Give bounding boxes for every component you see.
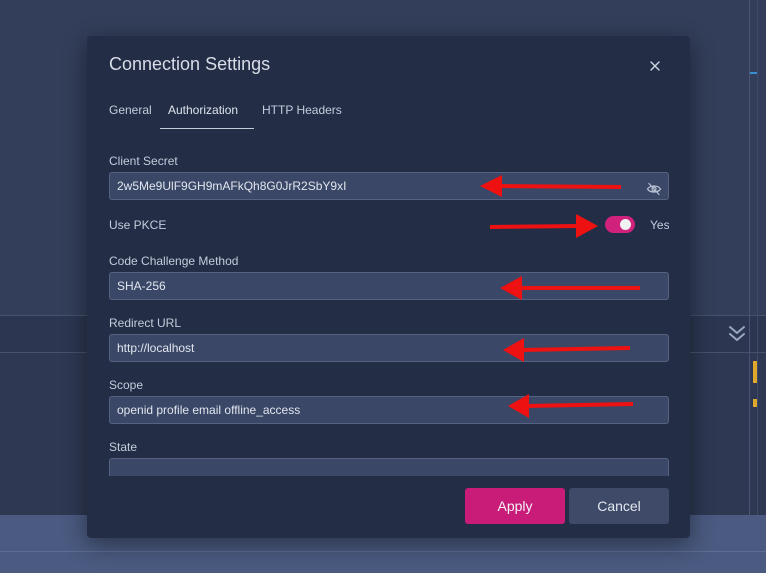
close-icon bbox=[650, 61, 660, 71]
dialog-title: Connection Settings bbox=[109, 54, 271, 74]
toggle-knob bbox=[620, 219, 631, 230]
tab-bar: General Authorization HTTP Headers bbox=[109, 98, 342, 130]
redirect-url-label: Redirect URL bbox=[109, 316, 182, 330]
background-divider bbox=[0, 551, 766, 552]
use-pkce-label: Use PKCE bbox=[109, 218, 167, 232]
double-chevron-down-icon[interactable] bbox=[727, 322, 747, 344]
background-divider-vertical bbox=[757, 0, 758, 515]
settings-form[interactable]: Client Secret 2w5Me9UlF9GH9mAFkQh8G0JrR2… bbox=[109, 146, 669, 476]
apply-button[interactable]: Apply bbox=[465, 488, 565, 524]
connection-settings-dialog: Connection Settings General Authorizatio… bbox=[87, 36, 690, 538]
use-pkce-toggle[interactable] bbox=[605, 216, 635, 233]
tab-authorization[interactable]: Authorization bbox=[160, 98, 254, 129]
use-pkce-state: Yes bbox=[650, 218, 669, 232]
client-secret-label: Client Secret bbox=[109, 154, 178, 168]
redirect-url-input[interactable]: http://localhost bbox=[109, 334, 669, 362]
client-secret-input[interactable]: 2w5Me9UlF9GH9mAFkQh8G0JrR2SbY9xI bbox=[109, 172, 669, 200]
client-secret-value: 2w5Me9UlF9GH9mAFkQh8G0JrR2SbY9xI bbox=[117, 179, 347, 193]
tab-http-headers[interactable]: HTTP Headers bbox=[254, 98, 342, 129]
cancel-button[interactable]: Cancel bbox=[569, 488, 669, 524]
close-button[interactable] bbox=[645, 56, 665, 76]
code-challenge-method-select[interactable]: SHA-256 bbox=[109, 272, 669, 300]
eye-off-icon[interactable] bbox=[646, 179, 662, 196]
scope-label: Scope bbox=[109, 378, 144, 392]
code-challenge-method-label: Code Challenge Method bbox=[109, 254, 239, 268]
background-marker bbox=[753, 361, 757, 383]
tab-general[interactable]: General bbox=[109, 98, 160, 129]
state-label: State bbox=[109, 440, 138, 454]
background-scroll-marker bbox=[750, 72, 757, 74]
background-scrollbar-track[interactable] bbox=[749, 0, 750, 515]
scope-input[interactable]: openid profile email offline_access bbox=[109, 396, 669, 424]
state-input[interactable] bbox=[109, 458, 669, 476]
background-marker bbox=[753, 399, 757, 407]
